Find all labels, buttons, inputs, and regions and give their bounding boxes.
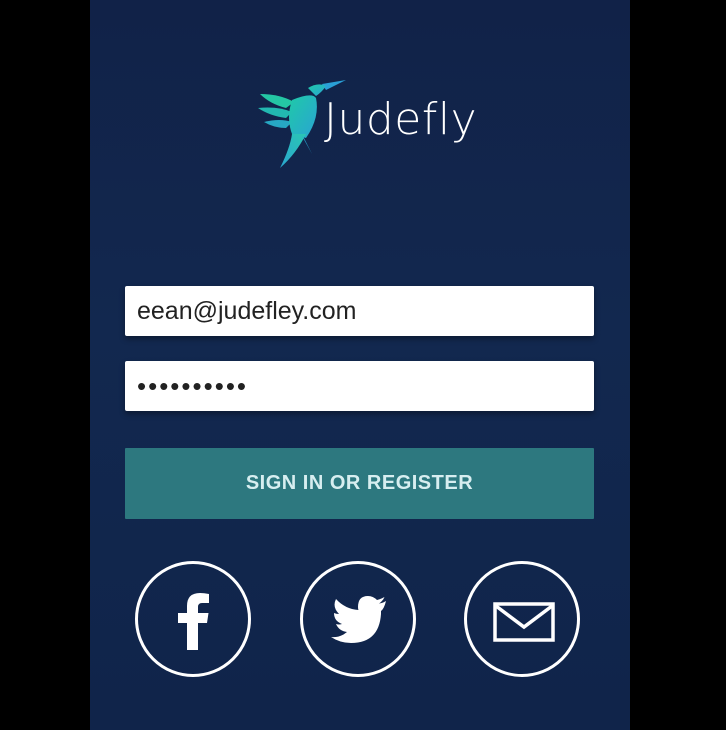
twitter-icon	[331, 596, 386, 643]
brand-name: Judefly	[324, 94, 478, 145]
login-screen: Judefly SIGN IN OR REGISTER	[90, 0, 630, 730]
email-input[interactable]	[125, 286, 594, 336]
password-input[interactable]	[125, 361, 594, 411]
envelope-icon	[493, 602, 555, 642]
facebook-icon	[178, 593, 209, 650]
twitter-login-button[interactable]	[300, 561, 416, 677]
app-logo: Judefly	[256, 78, 478, 170]
sign-in-or-register-button[interactable]: SIGN IN OR REGISTER	[125, 448, 594, 519]
email-login-button[interactable]	[464, 561, 580, 677]
facebook-login-button[interactable]	[135, 561, 251, 677]
